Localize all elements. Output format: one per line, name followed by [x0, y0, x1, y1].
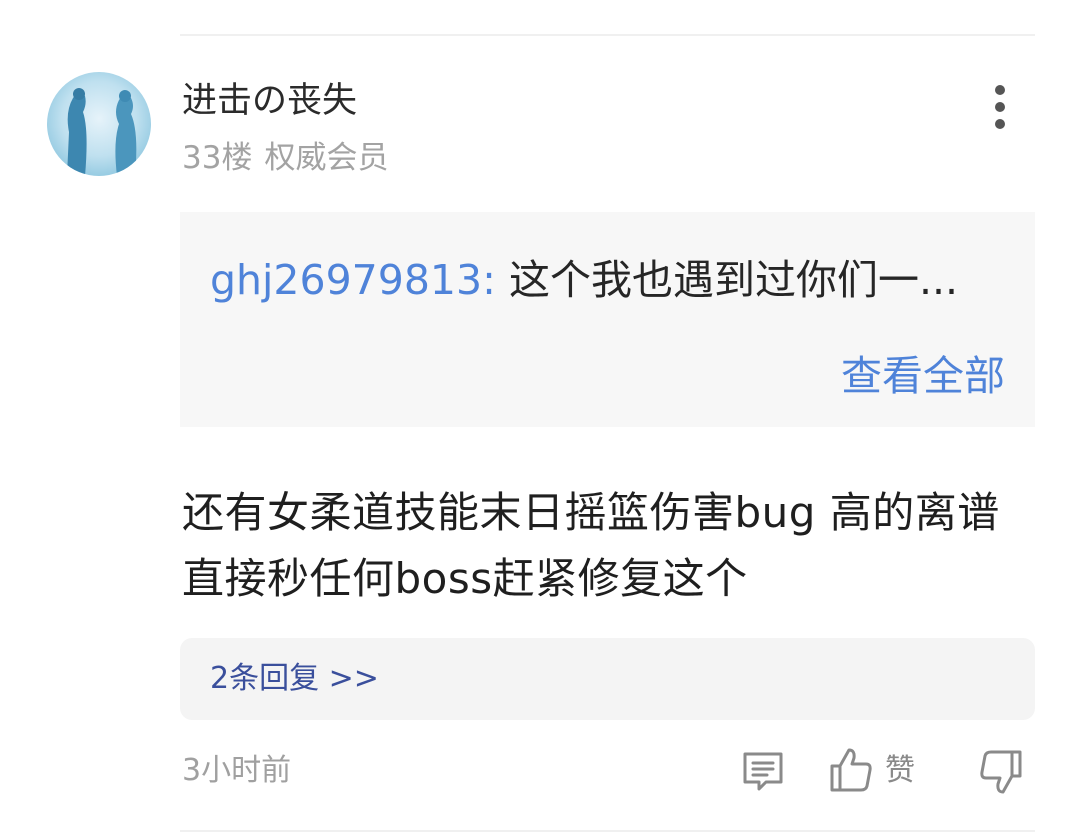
floor-number: 33楼: [182, 140, 253, 176]
more-options-button[interactable]: [980, 82, 1020, 132]
post-meta: 33楼 权威会员: [182, 136, 388, 180]
like-button[interactable]: [828, 746, 874, 794]
quoted-reply[interactable]: ghj26979813: 这个我也遇到过你们一... 查看全部: [180, 212, 1035, 427]
username[interactable]: 进击の丧失: [182, 78, 357, 124]
member-badge: 权威会员: [264, 140, 389, 176]
avatar[interactable]: [47, 72, 151, 176]
quote-text: 这个我也遇到过你们一...: [495, 256, 959, 304]
thumbs-up-icon: [830, 748, 872, 792]
post-time: 3小时前: [182, 753, 292, 788]
dislike-button[interactable]: [978, 748, 1024, 796]
top-divider: [180, 34, 1035, 36]
quote-line: ghj26979813: 这个我也遇到过你们一...: [210, 252, 1011, 308]
comment-icon: [743, 752, 783, 791]
reply-button[interactable]: [740, 748, 786, 794]
quote-username[interactable]: ghj26979813:: [210, 256, 496, 304]
comment-text: 还有女柔道技能末日摇篮伤害bug 高的离谱直接秒任何boss赶紧修复这个: [182, 488, 1000, 603]
bottom-divider: [180, 830, 1035, 832]
more-vertical-icon: [995, 85, 1005, 95]
replies-button[interactable]: 2条回复 >>: [180, 638, 1035, 720]
avatar-image: [47, 72, 151, 176]
thumbs-down-icon: [980, 750, 1022, 794]
replies-label: 2条回复 >>: [210, 661, 379, 696]
view-all-link[interactable]: 查看全部: [841, 348, 1005, 404]
like-label[interactable]: 赞: [885, 750, 915, 792]
